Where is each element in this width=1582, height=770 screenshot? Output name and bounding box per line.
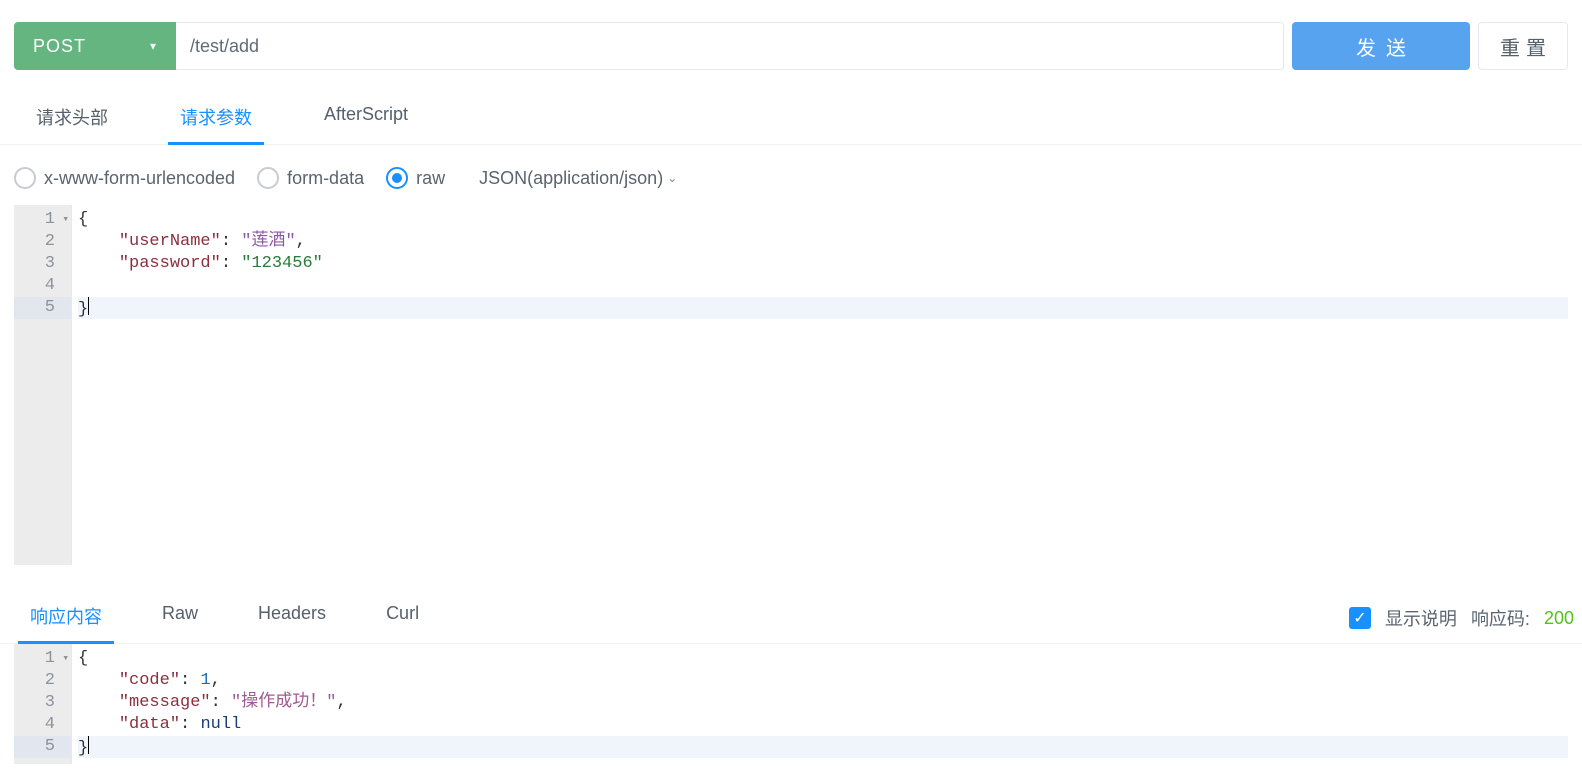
content-type-select[interactable]: JSON(application/json) ⌄ [479,168,677,189]
response-tabs: 响应内容 Raw Headers Curl [0,593,449,643]
method-value: POST [33,36,86,57]
gutter-line: 5 [14,736,71,758]
send-button[interactable]: 发送 [1292,22,1470,70]
url-input[interactable] [176,22,1284,70]
gutter-line: 1 [14,209,71,231]
code-line[interactable]: "message": "操作成功！", [78,692,1568,714]
response-code-label: 响应码: [1471,605,1530,631]
chevron-down-icon: ▾ [150,39,157,53]
response-body-editor[interactable]: 12345 { "code": 1, "message": "操作成功！", "… [14,644,1568,764]
content-type-value: JSON(application/json) [479,168,663,189]
gutter-line: 3 [14,692,71,714]
response-code-value: 200 [1544,608,1574,629]
code-line[interactable]: "data": null [78,714,1568,736]
radio-circle-icon [14,167,36,189]
code-line[interactable]: "password": "123456" [78,253,1568,275]
code-line[interactable] [78,275,1568,297]
response-meta: ✓ 显示说明 响应码: 200 [1349,605,1576,631]
editor-code[interactable]: { "code": 1, "message": "操作成功！", "data":… [71,644,1568,764]
code-line[interactable]: { [78,648,1568,670]
radio-label: form-data [287,168,364,189]
gutter-line: 2 [14,231,71,253]
radio-raw[interactable]: raw [386,167,445,189]
gutter-line: 4 [14,275,71,297]
request-body-editor[interactable]: 12345 { "userName": "莲酒", "password": "1… [14,205,1568,565]
tab-response-content[interactable]: 响应内容 [0,593,132,643]
code-line[interactable]: "userName": "莲酒", [78,231,1568,253]
gutter-line: 3 [14,253,71,275]
cursor-icon [88,736,89,754]
tab-response-curl[interactable]: Curl [356,593,449,643]
gutter-line: 1 [14,648,71,670]
gutter-line: 5 [14,297,71,319]
editor-gutter: 12345 [14,205,71,565]
tab-request-headers[interactable]: 请求头部 [0,92,144,144]
tab-request-params[interactable]: 请求参数 [144,92,288,144]
radio-label: x-www-form-urlencoded [44,168,235,189]
radio-circle-icon [386,167,408,189]
code-line[interactable]: } [78,736,1568,758]
chevron-down-icon: ⌄ [667,171,677,185]
request-bar: POST ▾ 发送 重置 [0,0,1582,82]
tab-response-raw[interactable]: Raw [132,593,228,643]
code-line[interactable]: } [78,297,1568,319]
cursor-icon [88,297,89,315]
reset-button[interactable]: 重置 [1478,22,1568,70]
code-line[interactable]: { [78,209,1568,231]
editor-code[interactable]: { "userName": "莲酒", "password": "123456"… [71,205,1568,565]
gutter-line: 4 [14,714,71,736]
editor-gutter: 12345 [14,644,71,764]
request-tabs: 请求头部 请求参数 AfterScript [0,82,1582,145]
tab-afterscript[interactable]: AfterScript [288,92,444,144]
radio-circle-icon [257,167,279,189]
show-description-label: 显示说明 [1385,605,1457,631]
radio-xwww[interactable]: x-www-form-urlencoded [14,167,235,189]
radio-label: raw [416,168,445,189]
gutter-line: 2 [14,670,71,692]
tab-response-headers[interactable]: Headers [228,593,356,643]
radio-formdata[interactable]: form-data [257,167,364,189]
body-type-row: x-www-form-urlencoded form-data raw JSON… [0,145,1582,205]
show-description-checkbox[interactable]: ✓ [1349,607,1371,629]
method-select[interactable]: POST ▾ [14,22,176,70]
response-tabs-row: 响应内容 Raw Headers Curl ✓ 显示说明 响应码: 200 [0,577,1582,644]
code-line[interactable]: "code": 1, [78,670,1568,692]
